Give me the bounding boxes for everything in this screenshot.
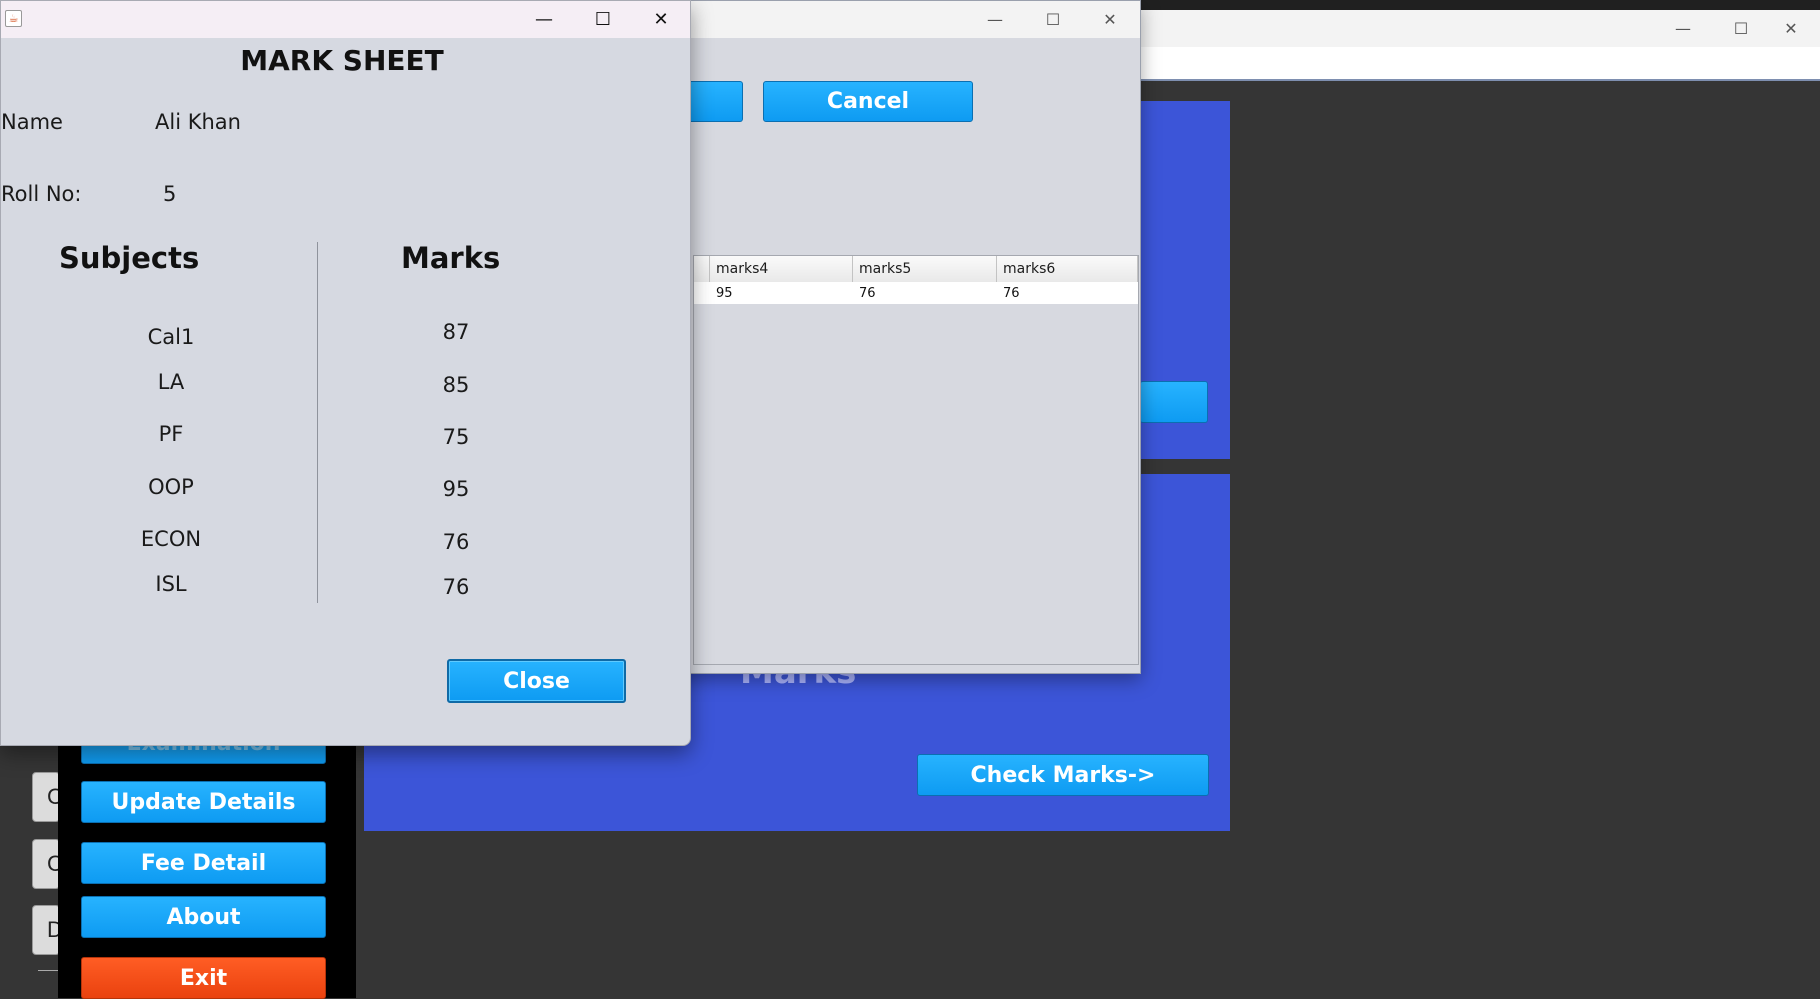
main-window-menubar xyxy=(1140,47,1820,81)
table-header-cell[interactable]: marks6 xyxy=(997,256,1138,282)
cancel-button[interactable]: Cancel xyxy=(763,81,973,122)
update-details-button[interactable]: Update Details xyxy=(81,781,326,823)
mark-item: 95 xyxy=(442,477,470,501)
sidebar-divider xyxy=(38,970,58,971)
mark-sheet-dialog: ☕ — ☐ ✕ MARK SHEET Name Ali Khan Roll No… xyxy=(0,0,691,746)
mark-item: 87 xyxy=(442,320,470,344)
sidebar-stub-button[interactable]: D xyxy=(32,905,63,955)
name-label: Name xyxy=(1,110,63,134)
mark-item: 75 xyxy=(442,425,470,449)
close-icon[interactable]: ✕ xyxy=(1081,1,1139,37)
minimize-icon[interactable]: — xyxy=(1654,10,1712,46)
table-cell[interactable] xyxy=(694,282,710,304)
subject-item: ECON xyxy=(140,527,202,551)
subject-item: Cal1 xyxy=(147,325,195,349)
table-header-cell[interactable]: marks5 xyxy=(853,256,997,282)
close-icon[interactable]: ✕ xyxy=(1762,10,1820,46)
dialog-titlebar: ☕ — ☐ ✕ xyxy=(1,1,690,38)
mark-item: 85 xyxy=(442,373,470,397)
about-button[interactable]: About xyxy=(81,896,326,938)
table-header-cell[interactable]: marks4 xyxy=(710,256,853,282)
roll-no-value: 5 xyxy=(163,182,177,206)
close-button[interactable]: Close xyxy=(447,659,626,703)
marks-table[interactable]: marks4 marks5 marks6 95 76 76 xyxy=(693,255,1139,665)
roll-no-label: Roll No: xyxy=(1,182,82,206)
table-cell[interactable]: 76 xyxy=(853,282,997,304)
table-row[interactable]: 95 76 76 xyxy=(694,282,1138,304)
table-cell[interactable]: 95 xyxy=(710,282,853,304)
mark-item: 76 xyxy=(442,575,470,599)
page-title: MARK SHEET xyxy=(240,44,444,77)
submit-button-partial[interactable] xyxy=(685,81,743,122)
fee-detail-button[interactable]: Fee Detail xyxy=(81,842,326,884)
maximize-icon[interactable]: ☐ xyxy=(574,1,632,38)
sidebar-stub-button[interactable]: C xyxy=(32,772,63,822)
check-marks-button[interactable]: Check Marks-> xyxy=(917,754,1209,796)
minimize-icon[interactable]: — xyxy=(515,1,573,38)
table-header-cell[interactable] xyxy=(694,256,710,282)
subjects-heading: Subjects xyxy=(59,241,200,275)
maximize-icon[interactable]: ☐ xyxy=(1024,1,1082,37)
table-header: marks4 marks5 marks6 xyxy=(694,256,1138,283)
name-value: Ali Khan xyxy=(155,110,241,134)
marks-heading: Marks xyxy=(401,241,501,275)
subject-item: LA xyxy=(157,370,185,394)
main-window-titlebar: — ☐ ✕ xyxy=(1140,10,1820,47)
column-divider xyxy=(317,242,318,603)
close-icon[interactable]: ✕ xyxy=(632,1,690,38)
sidebar-stub-button[interactable]: C xyxy=(32,839,63,889)
subject-item: PF xyxy=(158,422,184,446)
subject-item: ISL xyxy=(155,572,187,596)
java-icon: ☕ xyxy=(5,10,22,27)
panel-button-partial[interactable] xyxy=(1140,381,1208,423)
minimize-icon[interactable]: — xyxy=(966,1,1024,37)
table-cell[interactable]: 76 xyxy=(997,282,1138,304)
mark-item: 76 xyxy=(442,530,470,554)
subject-item: OOP xyxy=(148,475,194,499)
exit-button[interactable]: Exit xyxy=(81,957,326,999)
